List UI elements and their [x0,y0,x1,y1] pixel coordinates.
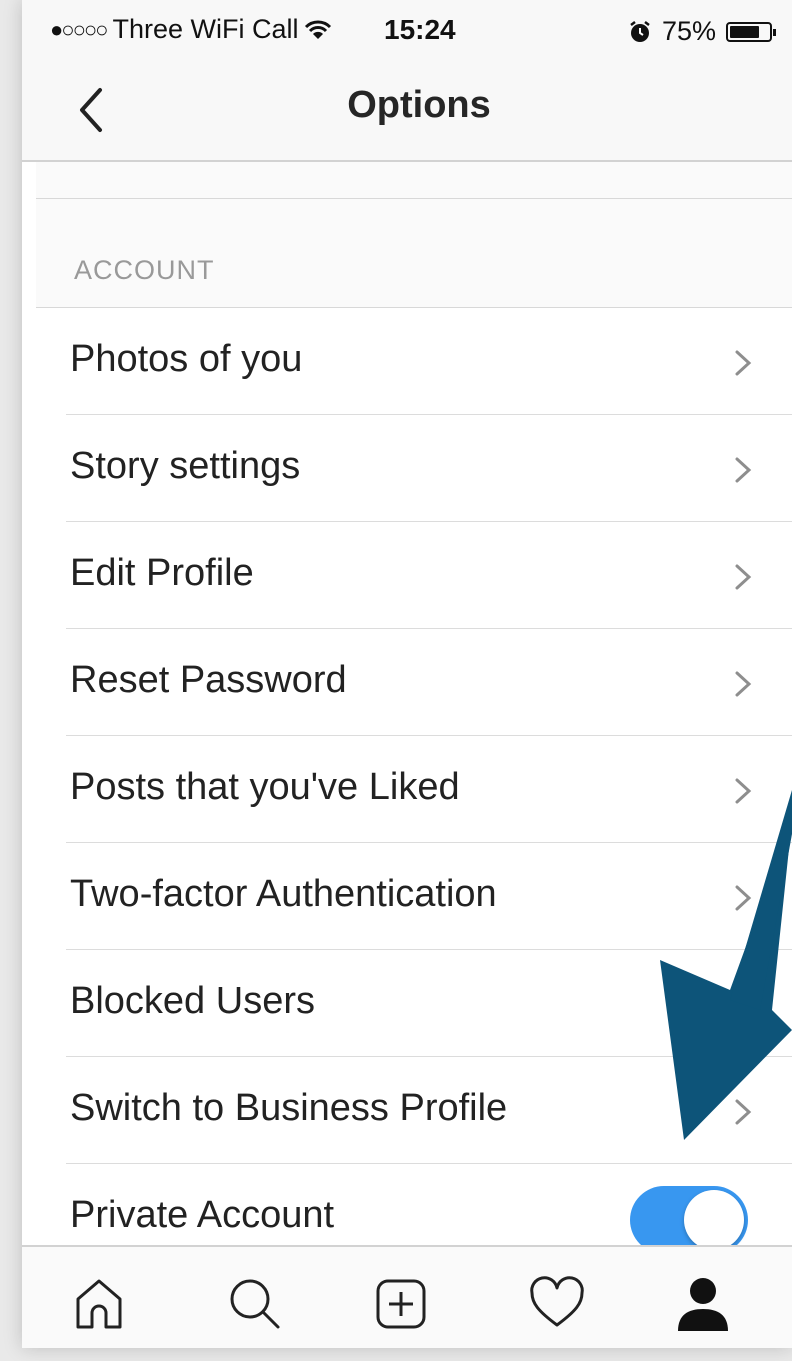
section-header-label: ACCOUNT [74,255,215,285]
chevron-right-icon [735,564,752,590]
settings-row[interactable]: Story settings [66,415,792,522]
navigation-bar: Options [22,62,792,162]
chevron-right-icon [735,992,752,1018]
settings-row[interactable]: Photos of you [66,308,792,415]
settings-row[interactable]: Edit Profile [66,522,792,629]
signal-strength-icon: ●○○○○ [50,16,108,42]
settings-row-label: Two-factor Authentication [70,873,497,915]
settings-row-label: Story settings [70,445,301,487]
phone-screen: ●○○○○ Three WiFi Call 15:24 75% Options … [22,0,792,1348]
settings-row[interactable]: Switch to Business Profile [66,1057,792,1164]
chevron-right-icon [735,885,752,911]
section-spacer [36,162,792,199]
settings-row[interactable]: Posts that you've Liked [66,736,792,843]
chevron-right-icon [735,350,752,376]
status-left: ●○○○○ Three WiFi Call [50,14,332,45]
chevron-right-icon [735,1099,752,1125]
section-header: ACCOUNT [36,199,792,308]
carrier-name: Three WiFi Call [112,14,299,44]
clock: 15:24 [384,14,456,45]
battery-fill [730,25,759,38]
settings-row-label: Reset Password [70,659,347,701]
settings-row[interactable]: Reset Password [66,629,792,736]
settings-list: Photos of you Story settings Edit Profile R… [22,308,792,1271]
add-post-icon[interactable] [368,1271,434,1337]
page-title: Options [347,84,491,126]
bottom-tab-bar [22,1245,792,1348]
search-icon[interactable] [222,1271,288,1337]
battery-percent: 75% [661,16,716,46]
chevron-right-icon [735,457,752,483]
settings-row-label: Blocked Users [70,980,315,1022]
settings-row-label: Photos of you [70,338,303,380]
chevron-right-icon [735,778,752,804]
settings-row-label: Edit Profile [70,552,254,594]
settings-row[interactable]: Two-factor Authentication [66,843,792,950]
status-right: 75% [628,16,776,47]
wifi-icon [305,20,332,39]
settings-row-label: Switch to Business Profile [70,1087,508,1129]
settings-row[interactable]: Blocked Users [66,950,792,1057]
toggle-knob [684,1190,744,1250]
settings-row-label: Posts that you've Liked [70,766,460,808]
home-icon[interactable] [66,1271,132,1337]
battery-icon [726,21,776,42]
private-account-toggle[interactable] [630,1186,748,1254]
settings-row-label: Private Account [70,1194,335,1236]
status-bar: ●○○○○ Three WiFi Call 15:24 75% [22,0,792,62]
alarm-clock-icon [630,20,650,42]
heart-icon[interactable] [524,1271,590,1337]
chevron-right-icon [735,671,752,697]
profile-icon[interactable] [670,1271,736,1337]
